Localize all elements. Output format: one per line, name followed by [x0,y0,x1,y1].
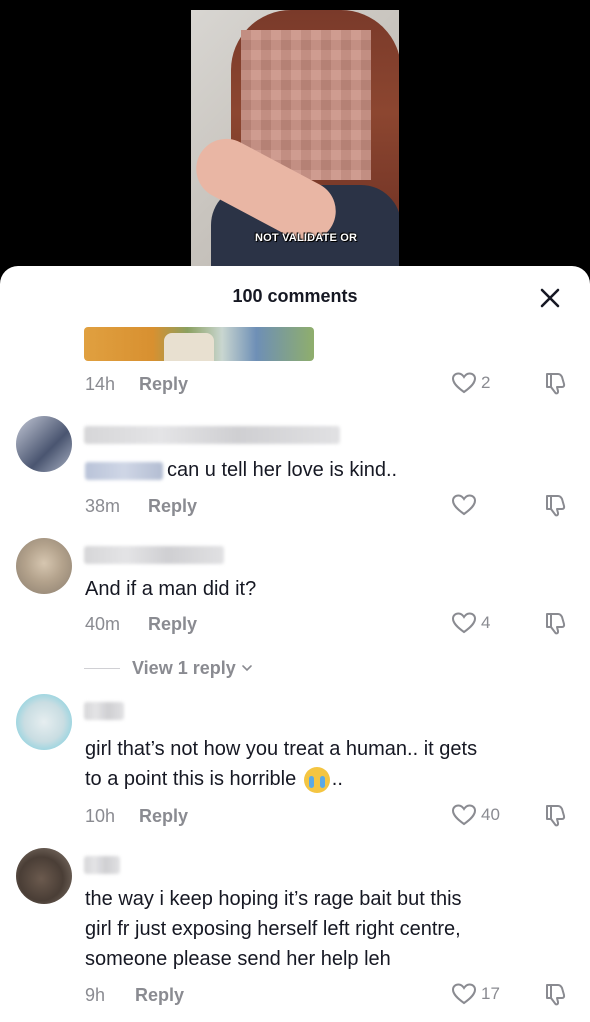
reply-button[interactable]: Reply [139,374,188,395]
comment-line: girl that’s not how you treat a human.. … [85,738,478,760]
comment-text: And if a man did it? [85,578,257,600]
comment-line: someone please send her help leh [85,948,391,970]
reply-button[interactable]: Reply [148,614,197,635]
comment-body: can u tell her love is kind.. [167,459,398,481]
comment-meta: 10h Reply [85,804,188,828]
reply-button[interactable]: Reply [148,496,197,517]
dislike-icon[interactable] [541,609,569,637]
comment-line: girl fr just exposing herself left right… [85,918,461,940]
like-button[interactable]: 17 [451,981,500,1007]
comment-line: the way i keep hoping it’s rage bait but… [85,888,462,910]
dislike-icon[interactable] [541,980,569,1008]
comment-segment: to a point this is horrible [85,768,297,790]
comment-meta: 9h Reply [85,983,184,1007]
like-button[interactable] [451,492,481,518]
mention-redacted [85,461,163,480]
username-redacted[interactable] [84,856,120,874]
username-redacted[interactable] [84,426,340,444]
username-redacted[interactable] [84,702,124,720]
replies-divider [84,667,120,669]
comments-sheet: 100 comments 14h Reply 2 can u tell her … [0,266,590,1022]
comment-time: 10h [85,805,116,826]
reply-button[interactable]: Reply [139,806,188,827]
comment-time: 14h [85,373,116,394]
dislike-icon[interactable] [541,491,569,519]
comment-time: 9h [85,984,106,1005]
comment-segment: .. [331,768,343,790]
chevron-down-icon [241,665,252,672]
heart-icon [451,804,477,826]
heart-icon [451,494,477,516]
comments-count-title: 100 comments [232,286,358,306]
comment-meta: 38m Reply [85,494,197,518]
avatar[interactable] [16,416,72,472]
like-count: 2 [481,373,491,392]
video-preview[interactable]: NOT VALIDATE OR [0,0,590,270]
avatar[interactable] [16,848,72,904]
username-redacted[interactable] [84,546,224,564]
like-button[interactable]: 4 [451,610,490,636]
reply-button[interactable]: Reply [135,985,184,1006]
video-thumbnail: NOT VALIDATE OR [191,10,399,266]
view-replies-label: View 1 reply [132,657,236,678]
avatar[interactable] [16,694,72,750]
video-caption: NOT VALIDATE OR [255,232,358,244]
comment-time: 38m [85,495,121,516]
loudly-crying-face-icon [303,766,330,793]
like-count: 4 [481,613,491,632]
comment-meta: 14h Reply [85,372,188,396]
heart-icon [451,983,477,1005]
comment-text: girl that’s not how you treat a human.. … [85,734,575,794]
comment-time: 40m [85,613,121,634]
close-icon[interactable] [536,284,564,312]
comment-line: to a point this is horrible .. [85,764,575,794]
like-count: 40 [481,805,500,824]
comment-image-attachment[interactable] [84,327,314,361]
view-replies-button[interactable]: View 1 reply [84,656,254,680]
dislike-icon[interactable] [541,369,569,397]
dislike-icon[interactable] [541,801,569,829]
avatar[interactable] [16,538,72,594]
comment-meta: 40m Reply [85,612,197,636]
comment-text: the way i keep hoping it’s rage bait but… [85,884,575,974]
like-count: 17 [481,984,500,1003]
like-button[interactable]: 40 [451,802,500,828]
heart-icon [451,612,477,634]
heart-icon [451,372,477,394]
comment-text: can u tell her love is kind.. [85,455,575,485]
like-button[interactable]: 2 [451,370,490,396]
